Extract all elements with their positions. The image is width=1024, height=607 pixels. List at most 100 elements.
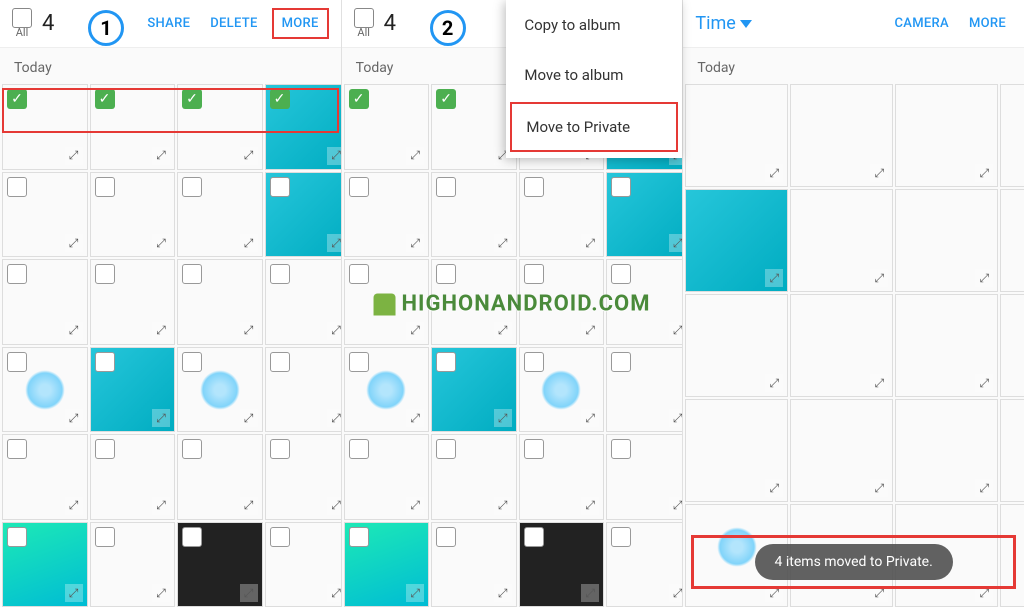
thumb-checkbox[interactable] xyxy=(436,177,456,197)
expand-icon[interactable]: ⤢ xyxy=(152,584,170,602)
expand-icon[interactable]: ⤢ xyxy=(870,479,888,497)
thumb-checkbox[interactable] xyxy=(436,439,456,459)
thumb-checkbox[interactable] xyxy=(95,527,115,547)
camera-button[interactable]: CAMERA xyxy=(889,12,955,35)
expand-icon[interactable]: ⤢ xyxy=(152,497,170,515)
select-all-checkbox[interactable] xyxy=(12,8,32,28)
expand-icon[interactable]: ⤢ xyxy=(669,322,683,340)
thumb-checkbox[interactable] xyxy=(611,439,631,459)
expand-icon[interactable]: ⤢ xyxy=(152,409,170,427)
expand-icon[interactable]: ⤢ xyxy=(406,234,424,252)
more-button[interactable]: MORE xyxy=(963,12,1012,35)
expand-icon[interactable]: ⤢ xyxy=(327,584,341,602)
thumbnail[interactable]: ⤢ xyxy=(519,259,605,345)
expand-icon[interactable]: ⤢ xyxy=(327,409,341,427)
thumbnail[interactable]: ⤢ xyxy=(895,84,998,187)
expand-icon[interactable]: ⤢ xyxy=(65,584,83,602)
expand-icon[interactable]: ⤢ xyxy=(581,584,599,602)
thumbnail[interactable]: ⤢ xyxy=(344,259,430,345)
thumb-checkbox[interactable] xyxy=(270,352,290,372)
expand-icon[interactable]: ⤢ xyxy=(669,584,683,602)
thumb-checkbox[interactable] xyxy=(349,177,369,197)
expand-icon[interactable]: ⤢ xyxy=(581,322,599,340)
thumbnail[interactable]: ⤢ xyxy=(1000,294,1024,397)
thumbnail[interactable]: ⤢ xyxy=(265,522,341,607)
thumbnail[interactable]: ⤢ xyxy=(606,434,682,520)
expand-icon[interactable]: ⤢ xyxy=(406,409,424,427)
thumb-checkbox[interactable] xyxy=(524,527,544,547)
thumbnail[interactable]: ✓⤢ xyxy=(344,84,430,170)
thumbnail[interactable]: ⤢ xyxy=(90,172,176,258)
thumbnail[interactable]: ⤢ xyxy=(2,172,88,258)
expand-icon[interactable]: ⤢ xyxy=(240,584,258,602)
expand-icon[interactable]: ⤢ xyxy=(581,234,599,252)
expand-icon[interactable]: ⤢ xyxy=(327,147,341,165)
expand-icon[interactable]: ⤢ xyxy=(765,374,783,392)
thumb-checkbox[interactable] xyxy=(270,439,290,459)
expand-icon[interactable]: ⤢ xyxy=(765,164,783,182)
expand-icon[interactable]: ⤢ xyxy=(152,322,170,340)
thumb-checkbox[interactable] xyxy=(7,264,27,284)
thumb-checkbox[interactable] xyxy=(349,527,369,547)
sort-time-dropdown[interactable]: Time xyxy=(695,13,751,34)
thumb-checkbox[interactable] xyxy=(182,264,202,284)
thumb-checkbox[interactable]: ✓ xyxy=(270,89,290,109)
thumbnail[interactable]: ⤢ xyxy=(606,522,682,607)
expand-icon[interactable]: ⤢ xyxy=(494,409,512,427)
expand-icon[interactable]: ⤢ xyxy=(765,479,783,497)
expand-icon[interactable]: ⤢ xyxy=(870,164,888,182)
thumb-checkbox[interactable] xyxy=(611,177,631,197)
expand-icon[interactable]: ⤢ xyxy=(494,497,512,515)
delete-button[interactable]: DELETE xyxy=(204,12,263,35)
thumb-checkbox[interactable] xyxy=(7,352,27,372)
thumbnail[interactable]: ✓⤢ xyxy=(177,84,263,170)
thumbnail[interactable]: ⤢ xyxy=(265,347,341,433)
menu-copy-to-album[interactable]: Copy to album xyxy=(506,0,682,50)
expand-icon[interactable]: ⤢ xyxy=(152,234,170,252)
thumbnail[interactable]: ⤢ xyxy=(790,84,893,187)
thumbnail[interactable]: ⤢ xyxy=(177,434,263,520)
thumbnail[interactable]: ⤢ xyxy=(606,172,682,258)
expand-icon[interactable]: ⤢ xyxy=(152,147,170,165)
thumbnail[interactable]: ⤢ xyxy=(1000,399,1024,502)
thumb-checkbox[interactable] xyxy=(524,439,544,459)
thumbnail[interactable]: ⤢ xyxy=(431,434,517,520)
thumbnail[interactable]: ⤢ xyxy=(2,522,88,607)
thumbnail[interactable]: ⤢ xyxy=(685,294,788,397)
thumbnail[interactable]: ⤢ xyxy=(90,347,176,433)
thumb-checkbox[interactable] xyxy=(349,439,369,459)
thumb-checkbox[interactable]: ✓ xyxy=(7,89,27,109)
thumbnail[interactable]: ⤢ xyxy=(790,294,893,397)
thumbnail[interactable]: ⤢ xyxy=(685,189,788,292)
thumbnail[interactable]: ⤢ xyxy=(265,434,341,520)
thumb-checkbox[interactable] xyxy=(270,264,290,284)
thumb-checkbox[interactable] xyxy=(270,177,290,197)
thumbnail[interactable]: ⤢ xyxy=(90,434,176,520)
expand-icon[interactable]: ⤢ xyxy=(406,584,424,602)
thumbnail[interactable]: ⤢ xyxy=(519,522,605,607)
menu-move-to-private[interactable]: Move to Private xyxy=(510,102,678,152)
thumbnail[interactable]: ⤢ xyxy=(606,259,682,345)
expand-icon[interactable]: ⤢ xyxy=(65,322,83,340)
thumb-checkbox[interactable] xyxy=(349,264,369,284)
thumbnail[interactable]: ⤢ xyxy=(790,399,893,502)
thumb-checkbox[interactable] xyxy=(270,527,290,547)
thumbnail[interactable]: ⤢ xyxy=(431,259,517,345)
thumbnail[interactable]: ⤢ xyxy=(1000,189,1024,292)
thumb-checkbox[interactable] xyxy=(95,264,115,284)
thumbnail[interactable]: ⤢ xyxy=(1000,84,1024,187)
thumbnail[interactable]: ⤢ xyxy=(177,347,263,433)
thumbnail[interactable]: ⤢ xyxy=(685,84,788,187)
thumbnail[interactable]: ⤢ xyxy=(895,294,998,397)
expand-icon[interactable]: ⤢ xyxy=(975,479,993,497)
expand-icon[interactable]: ⤢ xyxy=(240,409,258,427)
thumbnail[interactable]: ⤢ xyxy=(90,259,176,345)
expand-icon[interactable]: ⤢ xyxy=(975,164,993,182)
expand-icon[interactable]: ⤢ xyxy=(240,322,258,340)
thumbnail[interactable]: ⤢ xyxy=(90,522,176,607)
expand-icon[interactable]: ⤢ xyxy=(240,497,258,515)
thumb-checkbox[interactable] xyxy=(611,352,631,372)
expand-icon[interactable]: ⤢ xyxy=(494,234,512,252)
thumb-checkbox[interactable] xyxy=(182,352,202,372)
expand-icon[interactable]: ⤢ xyxy=(406,497,424,515)
